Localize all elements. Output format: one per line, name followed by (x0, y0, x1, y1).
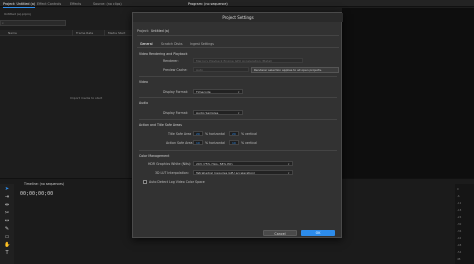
search-icon: ⌕ (2, 21, 4, 25)
project-path: Untitled (a).prproj (4, 12, 31, 16)
selection-tool-icon[interactable]: ➤ (4, 186, 10, 192)
project-search-input[interactable]: ⌕ (0, 20, 66, 26)
tab-program[interactable]: Program: (no sequence) (188, 1, 228, 7)
tab-effect-controls[interactable]: Effect Controls (37, 1, 61, 7)
chevron-down-icon: ▾ (288, 170, 290, 175)
preview-cache-select[interactable]: Auto (193, 67, 249, 72)
project-label: Project: (137, 29, 149, 33)
project-column-header: Name Frame Rate Media Start (0, 30, 136, 36)
panel-tab-bar: Project: Untitled (a) Effect Controls Ef… (0, 0, 474, 8)
audio-display-format-select[interactable]: Audio Samples (193, 110, 243, 115)
meter-tick: -18 (457, 209, 462, 212)
meter-tick: -42 (457, 237, 462, 240)
meter-tick: -12 (457, 202, 462, 205)
meter-tick: -24 (457, 216, 462, 219)
meter-tick: 0 (457, 188, 459, 191)
renderer-label: Renderer: (163, 59, 179, 63)
pen-tool-icon[interactable]: ✎ (4, 226, 10, 232)
auto-detect-log-checkbox[interactable] (143, 180, 147, 184)
action-safe-vertical-input[interactable]: 10 (229, 140, 239, 145)
meter-tick: -6 (457, 195, 460, 198)
horizontal-unit: % horizontal (205, 141, 225, 145)
empty-project-message: Import media to start (70, 96, 103, 100)
renderer-hint: Renderer selection applies to all open p… (251, 67, 339, 73)
video-display-format-label: Display Format: (163, 90, 189, 94)
section-video-rendering: Video Rendering and Playback (139, 52, 188, 56)
program-monitor (342, 8, 474, 178)
preview-cache-label: Preview Cache: (163, 68, 188, 72)
vertical-unit: % vertical (241, 132, 257, 136)
type-tool-icon[interactable]: T (4, 250, 10, 256)
meter-tick: -36 (457, 230, 462, 233)
meter-tick: -54 (457, 251, 462, 254)
timecode-display[interactable]: 00;00;00;00 (20, 191, 53, 197)
lut-interpolation-select[interactable]: Tetrahedral (requires GPU acceleration) (193, 170, 293, 175)
meter-tick: dB (457, 258, 461, 261)
action-safe-label: Action Safe Area (166, 141, 193, 145)
section-safe-areas: Action and Title Safe Areas (139, 123, 182, 127)
title-safe-horizontal-input[interactable]: 20 (193, 131, 203, 136)
column-name[interactable]: Name (8, 31, 17, 35)
tab-project[interactable]: Project: Untitled (a) (3, 1, 36, 8)
ripple-edit-tool-icon[interactable]: ⇹ (4, 202, 10, 208)
project-settings-dialog: Project Settings Project: Untitled (a) G… (132, 12, 343, 238)
title-safe-vertical-input[interactable]: 20 (229, 131, 239, 136)
chevron-down-icon: ▾ (238, 89, 240, 94)
razor-tool-icon[interactable]: ✂ (4, 210, 10, 216)
hdr-white-label: HDR Graphics White (Nits): (148, 162, 192, 166)
title-safe-label: Title Safe Area (168, 132, 192, 136)
dialog-title: Project Settings (133, 13, 343, 22)
section-video: Video (139, 80, 148, 84)
horizontal-unit: % horizontal (205, 132, 225, 136)
vertical-unit: % vertical (241, 141, 257, 145)
tab-scratch-disks[interactable]: Scratch Disks (161, 42, 183, 46)
hand-tool-icon[interactable]: ✋ (4, 242, 10, 248)
chevron-down-icon: ▾ (288, 161, 290, 166)
meter-tick: -30 (457, 223, 462, 226)
tab-general[interactable]: General (140, 42, 153, 48)
timeline-title[interactable]: Timeline: (no sequences) (24, 182, 64, 186)
audio-meter: 0 -6 -12 -18 -24 -30 -36 -42 -48 -54 dB (455, 184, 474, 264)
slip-tool-icon[interactable]: ↔ (4, 218, 10, 224)
rectangle-tool-icon[interactable]: ▭ (4, 234, 10, 240)
chevron-down-icon: ▾ (238, 110, 240, 115)
column-frame-rate[interactable]: Frame Rate (76, 31, 93, 35)
action-safe-horizontal-input[interactable]: 10 (193, 140, 203, 145)
tab-ingest-settings[interactable]: Ingest Settings (190, 42, 214, 46)
audio-display-format-label: Display Format: (163, 111, 189, 115)
tab-source[interactable]: Source: (no clips) (93, 1, 122, 7)
renderer-select[interactable]: Mercury Playback Engine GPU Acceleration… (193, 58, 303, 63)
cancel-button[interactable]: Cancel (263, 230, 297, 236)
video-display-format-select[interactable]: Timecode (193, 89, 243, 94)
section-color-management: Color Management (139, 154, 170, 158)
tools-panel: ➤ ⇥ ⇹ ✂ ↔ ✎ ▭ ✋ T (0, 184, 14, 264)
ok-button[interactable]: OK (301, 230, 335, 236)
auto-detect-log-label: Auto Detect Log Video Color Space (149, 180, 205, 184)
track-select-tool-icon[interactable]: ⇥ (4, 194, 10, 200)
hdr-white-select[interactable]: 203 (75% HLG, 58% PQ) (193, 161, 293, 166)
project-name: Untitled (a) (151, 29, 170, 33)
lut-interpolation-label: 3D LUT Interpolation: (155, 171, 189, 175)
tab-effects[interactable]: Effects (70, 1, 81, 7)
column-media-start[interactable]: Media Start (108, 31, 125, 35)
meter-tick: -48 (457, 244, 462, 247)
section-audio: Audio (139, 101, 149, 105)
